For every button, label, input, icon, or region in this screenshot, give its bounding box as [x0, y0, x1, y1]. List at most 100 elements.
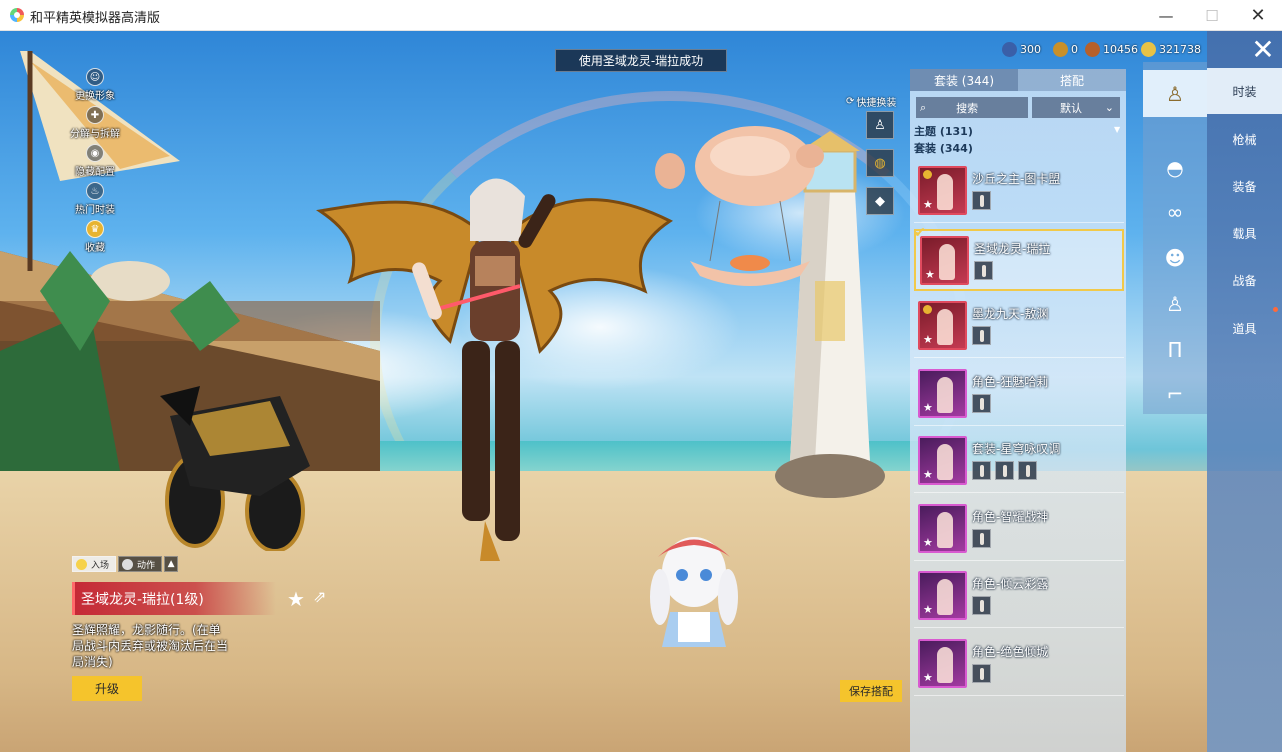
star-icon: ★	[923, 333, 933, 346]
quick-menu-dismantle[interactable]: ✚ 分解与拆解	[60, 106, 130, 144]
category-shoes[interactable]: ⌐	[1143, 370, 1207, 417]
item-description: 圣辉照耀，龙影随行。(在单局战斗内丢弃或被淘汰后在当局消失)	[72, 623, 229, 669]
outfit-list-item[interactable]: ★ ✔ 圣域龙灵-瑞拉	[914, 225, 1124, 291]
game-viewport[interactable]: ☺ 更换形象 ✚ 分解与拆解 ◉ 隐藏配置 ♨ 热门时装 ♛ 收藏 使用圣域龙灵…	[0, 31, 1282, 752]
quick-switch-slot-1[interactable]: ♙	[866, 111, 894, 139]
fire-icon: ♨	[86, 182, 104, 200]
search-input[interactable]: ⌕ 搜索	[916, 97, 1028, 118]
diamond-icon: ◆	[875, 193, 885, 209]
nav-props[interactable]: 道具	[1207, 305, 1282, 351]
outfit-list-item[interactable]: ★ 角色-绝色倾城	[914, 634, 1124, 696]
outfit-icon: ♙	[1166, 81, 1184, 106]
group-sets[interactable]: 套装 (344)	[914, 140, 973, 156]
outfit-list-panel: 套装 (344) 搭配 ⌕ 搜索 默认 ⌄ 主题 (131) ▼ 套装 (344…	[910, 69, 1126, 752]
mask-icon: ☻	[1164, 245, 1186, 270]
nav-vehicles[interactable]: 载具	[1207, 210, 1282, 256]
quick-menu-hot-outfits[interactable]: ♨ 热门时装	[60, 182, 130, 220]
star-icon: ★	[923, 603, 933, 616]
pants-icon: Π	[1167, 337, 1183, 362]
nav-weapons[interactable]: 枪械	[1207, 116, 1282, 162]
tab-sets[interactable]: 套装 (344)	[910, 69, 1018, 91]
tab-action[interactable]: 动作	[118, 556, 163, 572]
tab-matching[interactable]: 搭配	[1018, 69, 1126, 91]
sub-item-thumbnail[interactable]	[972, 326, 991, 345]
nav-battle-gear[interactable]: 战备	[1207, 257, 1282, 303]
minimize-button[interactable]: —	[1143, 0, 1189, 31]
outfit-thumbnail: ★	[918, 503, 967, 553]
sub-item-thumbnail[interactable]	[972, 461, 991, 480]
nav-fashion[interactable]: 时装	[1207, 68, 1282, 114]
currency-silver: 321738	[1141, 41, 1201, 57]
caret-down-icon[interactable]: ▼	[1114, 125, 1120, 134]
emoji-icon	[76, 558, 87, 570]
character-figure	[937, 646, 953, 683]
character-figure	[937, 174, 953, 210]
outfit-name: 角色-智耀战神	[972, 509, 1049, 524]
sub-item-thumbnail[interactable]	[972, 596, 991, 615]
medal-icon	[923, 170, 932, 179]
pet-companion	[650, 537, 738, 647]
quick-menu-favorites[interactable]: ♛ 收藏	[60, 220, 130, 258]
sub-item-thumbnail[interactable]	[1018, 461, 1037, 480]
app-logo-icon	[10, 8, 24, 22]
outfit-list-item[interactable]: ★ 角色-狂魅哈莉	[914, 364, 1124, 426]
quick-switch-slot-3[interactable]: ◆	[866, 187, 894, 215]
toast-message: 使用圣域龙灵-瑞拉成功	[555, 49, 727, 72]
outfit-name: 角色-倾云彩露	[972, 577, 1049, 591]
star-icon: ★	[923, 535, 933, 549]
group-theme[interactable]: 主题 (131)	[914, 123, 973, 139]
outfit-list-item[interactable]: ★ 角色-倾云彩露	[914, 566, 1124, 628]
search-icon: ⌕	[920, 100, 927, 114]
outfit-list-item[interactable]: ★ 套装-星穹咏叹调	[914, 431, 1124, 493]
eye-icon: ◉	[86, 144, 104, 162]
quick-menu: ☺ 更换形象 ✚ 分解与拆解 ◉ 隐藏配置 ♨ 热门时装 ♛ 收藏	[60, 68, 130, 258]
character-figure	[937, 376, 953, 413]
tab-entry[interactable]: 入场	[72, 556, 117, 572]
category-top[interactable]: ♙	[1143, 280, 1207, 327]
sub-item-thumbnail[interactable]	[995, 461, 1014, 480]
category-outfit[interactable]: ♙	[1143, 70, 1207, 117]
save-outfit-button[interactable]: 保存搭配	[840, 680, 902, 702]
quick-menu-change-look[interactable]: ☺ 更换形象	[60, 68, 130, 106]
detail-mini-tabs: 入场 动作 ▲	[72, 556, 179, 572]
panel-tabs: 套装 (344) 搭配	[910, 69, 1126, 91]
character-figure	[939, 243, 955, 280]
outfit-name: 套装-星穹咏叹调	[972, 442, 1061, 456]
outfit-list-item[interactable]: ★ 墨龙九天-敖渊	[914, 296, 1124, 358]
sub-item-thumbnail[interactable]	[974, 260, 993, 280]
quick-switch-label: ⟳ 快捷换装	[846, 96, 897, 109]
currency-tokens: 0	[1053, 41, 1078, 57]
character-figure	[937, 444, 953, 480]
bronze-coin-icon	[1085, 41, 1100, 57]
avatar-icon: ☺	[86, 68, 104, 86]
sub-item-thumbnail[interactable]	[972, 191, 991, 210]
outfit-thumbnail: ★	[918, 638, 967, 688]
nav-equipment[interactable]: 装备	[1207, 163, 1282, 209]
outfit-list-item[interactable]: ★ 沙丘之主-图卡盟	[914, 161, 1124, 223]
quick-menu-hide-config[interactable]: ◉ 隐藏配置	[60, 144, 130, 182]
cap-icon: ◓	[1166, 155, 1184, 180]
sub-item-thumbnail[interactable]	[972, 528, 991, 548]
sub-item-thumbnail[interactable]	[972, 663, 991, 683]
currency-gems: 300	[1002, 41, 1041, 57]
outfit-list-item[interactable]: ★ 角色-智耀战神	[914, 499, 1124, 561]
quick-switch-slot-2[interactable]: ◍	[866, 149, 894, 177]
category-glasses[interactable]: ∞	[1143, 188, 1207, 235]
category-pants[interactable]: Π	[1143, 326, 1207, 373]
sort-dropdown[interactable]: 默认 ⌄	[1032, 97, 1120, 118]
star-icon[interactable]: ★	[287, 587, 305, 611]
outfit-name: 角色-狂魅哈莉	[972, 374, 1049, 389]
category-mask[interactable]: ☻	[1143, 234, 1207, 281]
up-arrow-icon[interactable]: ▲	[164, 556, 179, 572]
close-window-button[interactable]: ✕	[1235, 0, 1281, 31]
silver-coin-icon	[1141, 41, 1156, 57]
shoes-icon: ⌐	[1166, 381, 1184, 406]
window-titlebar: 和平精英模拟器高清版 — ☐ ✕	[0, 0, 1282, 31]
category-hat[interactable]: ◓	[1143, 144, 1207, 191]
maximize-button[interactable]: ☐	[1189, 0, 1235, 31]
upgrade-button[interactable]: 升级	[72, 676, 142, 701]
figure-icon: ♙	[874, 117, 886, 133]
close-icon[interactable]: ✕	[1247, 33, 1279, 66]
sub-item-thumbnail[interactable]	[972, 393, 991, 413]
share-icon[interactable]: ⇗	[313, 587, 335, 607]
